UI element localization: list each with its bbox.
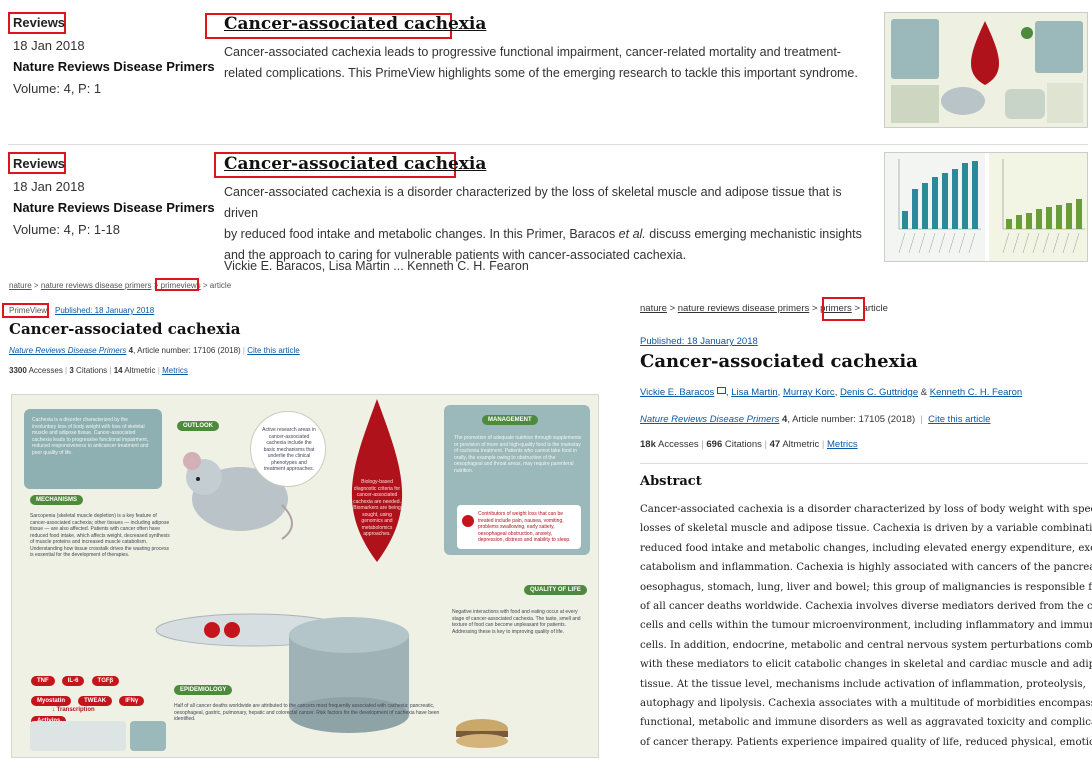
- mediator-markers: TNF IL-6 TGFβ Myostatin TWEAK IFNγ Activ…: [30, 667, 160, 727]
- abstract-line: oesophagus, stomach, lung, liver and bow…: [640, 581, 1092, 593]
- breadcrumb-link[interactable]: nature reviews disease primers: [678, 303, 809, 314]
- abstract-line: with these mediators to elicit catabolic…: [640, 659, 1092, 671]
- thumbnail-bar: [922, 183, 928, 229]
- breadcrumb-link[interactable]: nature: [9, 281, 32, 290]
- result-volume: Volume: 4, P: 1: [13, 81, 102, 96]
- thumbnail-bar: [902, 211, 908, 229]
- highlight-box: [155, 278, 199, 291]
- abstract-body: Cancer-associated cachexia is a disorder…: [640, 500, 1092, 752]
- highlight-box: [822, 297, 865, 321]
- result-description: Cancer-associated cachexia is a disorder…: [224, 185, 862, 262]
- thumbnail-bar: [952, 169, 958, 229]
- thumbnail-bar: [932, 177, 938, 229]
- author-link[interactable]: Denis C. Guttridge: [840, 387, 918, 398]
- breadcrumb-link[interactable]: nature reviews disease primers: [41, 281, 152, 290]
- result-description: Cancer-associated cachexia leads to prog…: [224, 45, 858, 80]
- thumbnail-bar: [1036, 209, 1042, 229]
- result-type: Reviews: [13, 15, 66, 30]
- epidemiology-tag: EPIDEMIOLOGY: [174, 685, 233, 695]
- abstract-heading: Abstract: [640, 474, 702, 489]
- article-type-badge: PrimeView: [9, 306, 48, 315]
- primeview-infographic: Cachexia is a disorder characterized by …: [11, 394, 599, 758]
- divider: [640, 463, 1088, 464]
- breadcrumb-current: article: [209, 281, 232, 290]
- abstract-line: losses of skeletal muscle and adipose ti…: [640, 523, 1092, 535]
- article-title: Cancer-associated cachexia: [640, 351, 918, 372]
- article-title: Cancer-associated cachexia: [9, 320, 241, 338]
- result-journal: Nature Reviews Disease Primers: [13, 59, 215, 74]
- article-citation-line: Nature Reviews Disease Primers 4, Articl…: [640, 414, 991, 425]
- abstract-line: catabolism and inflammation. Cachexia is…: [640, 562, 1092, 574]
- result-title-link[interactable]: Cancer-associated cachexia: [224, 154, 486, 174]
- thumbnail-bar: [1066, 203, 1072, 229]
- email-icon[interactable]: [716, 387, 726, 394]
- result-date: 18 Jan 2018: [13, 179, 85, 194]
- article-citation-line: Nature Reviews Disease Primers 4, Articl…: [9, 346, 300, 355]
- abstract-line: Cancer-associated cachexia is a disorder…: [640, 504, 1092, 515]
- author-link[interactable]: Lisa Martin: [731, 387, 777, 398]
- abstract-line: cells and cells within the tumour microe…: [640, 620, 1092, 632]
- thumbnail-bar: [1076, 199, 1082, 229]
- divider: [8, 144, 1088, 145]
- quality-tag: QUALITY OF LIFE: [524, 585, 587, 595]
- journal-link[interactable]: Nature Reviews Disease Primers: [9, 346, 126, 355]
- abstract-line: autophagy and lipolysis. Cachexia associ…: [640, 698, 1092, 710]
- thumbnail-bar: [1046, 207, 1052, 229]
- published-date: Published: 18 January 2018: [55, 306, 155, 315]
- author-link[interactable]: Kenneth C. H. Fearon: [930, 387, 1022, 398]
- author-list: Vickie E. Baracos , Lisa Martin, Murray …: [640, 387, 1023, 398]
- thumbnail-bar: [1016, 215, 1022, 229]
- thumbnail-bar: [942, 173, 948, 229]
- metrics-link[interactable]: Metrics: [162, 366, 188, 375]
- thumbnail-bar: [1056, 205, 1062, 229]
- cite-link[interactable]: Cite this article: [928, 414, 990, 425]
- result-volume: Volume: 4, P: 1-18: [13, 222, 120, 237]
- thumbnail-bar: [912, 189, 918, 229]
- abstract-line: of all cancer deaths worldwide. Cachexia…: [640, 601, 1092, 613]
- thumbnail-bar: [1026, 213, 1032, 229]
- published-date: Published: 18 January 2018: [640, 336, 758, 347]
- abstract-line: tissue. At the tissue level, mechanisms …: [640, 678, 1086, 690]
- abstract-line: cells. In addition, endocrine, metabolic…: [640, 639, 1092, 651]
- breadcrumb-link[interactable]: nature: [640, 303, 667, 314]
- article-metrics-line: 3300 Accesses | 3 Citations | 14 Altmetr…: [9, 366, 188, 375]
- mechanisms-tag: MECHANISMS: [30, 495, 84, 505]
- result-title-link[interactable]: Cancer-associated cachexia: [224, 14, 486, 34]
- result-thumbnail[interactable]: [884, 12, 1088, 128]
- management-tag: MANAGEMENT: [482, 415, 538, 425]
- cite-link[interactable]: Cite this article: [247, 346, 299, 355]
- abstract-line: reduced food intake and metabolic change…: [640, 542, 1092, 554]
- journal-link[interactable]: Nature Reviews Disease Primers: [640, 414, 779, 425]
- result-journal: Nature Reviews Disease Primers: [13, 200, 215, 215]
- burger-illustration: [456, 719, 508, 748]
- result-authors: Vickie E. Baracos, Lisa Martin ... Kenne…: [224, 259, 529, 273]
- result-thumbnail[interactable]: [884, 152, 1088, 262]
- thumbnail-bar: [962, 163, 968, 229]
- author-link[interactable]: Murray Korc: [783, 387, 835, 398]
- result-type: Reviews: [13, 156, 66, 171]
- result-date: 18 Jan 2018: [13, 38, 85, 53]
- author-link[interactable]: Vickie E. Baracos: [640, 387, 714, 398]
- thumbnail-bar: [1006, 219, 1012, 229]
- abstract-line: of cancer therapy. Patients experience i…: [640, 736, 1092, 748]
- breadcrumb-current: article: [862, 303, 888, 314]
- abstract-line: functional, metabolic and immune disorde…: [640, 717, 1092, 729]
- outlook-tag: OUTLOOK: [177, 421, 219, 431]
- thumbnail-bar: [972, 161, 978, 229]
- article-metrics-line: 18k Accesses | 696 Citations | 47 Altmet…: [640, 439, 858, 450]
- metrics-link[interactable]: Metrics: [827, 439, 858, 450]
